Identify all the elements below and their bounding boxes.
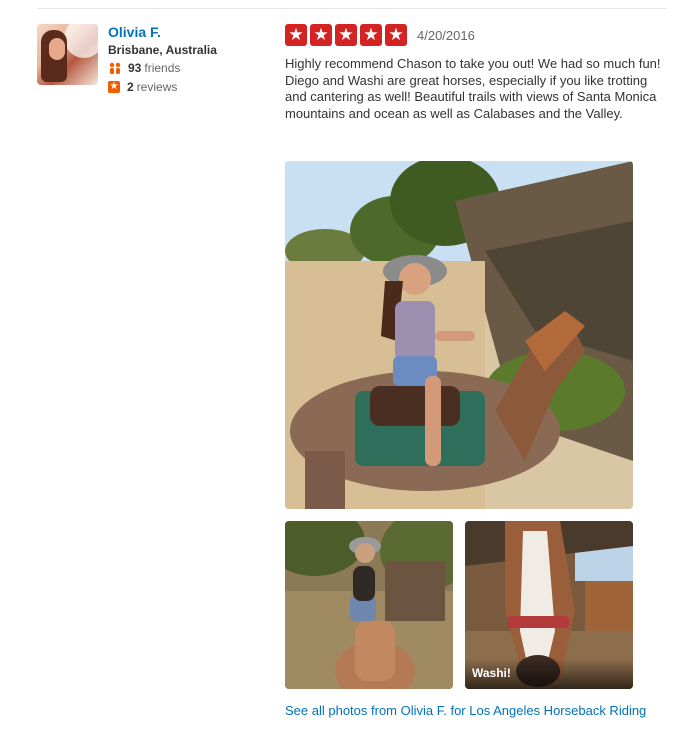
star-icon: ★ [360, 24, 382, 46]
friends-count: 93 [128, 61, 142, 75]
photo-main-image [285, 161, 633, 509]
star-rating: ★ ★ ★ ★ ★ [285, 24, 410, 46]
reviews-count: 2 [127, 80, 134, 94]
friends-label: friends [144, 61, 181, 75]
friends-icon [109, 62, 121, 74]
review-photo-2[interactable] [285, 521, 453, 689]
star-icon: ★ [310, 24, 332, 46]
user-location: Brisbane, Australia [108, 43, 217, 57]
see-all-photos-link[interactable]: See all photos from Olivia F. for Los An… [285, 702, 655, 719]
avatar-glow [64, 24, 98, 58]
photo-caption: Washi! [472, 666, 511, 680]
star-icon: ★ [285, 24, 307, 46]
avatar-face [49, 38, 65, 60]
star-icon: ★ [385, 24, 407, 46]
reviews-stat: ★ 2 reviews [108, 80, 177, 94]
friends-stat: 93 friends [108, 61, 180, 75]
user-avatar[interactable] [37, 24, 98, 85]
review-photo-main[interactable] [285, 161, 633, 509]
reviews-label: reviews [136, 80, 178, 94]
user-name-link[interactable]: Olivia F. [108, 24, 161, 40]
photo-2-image [285, 521, 453, 689]
star-icon: ★ [335, 24, 357, 46]
review-photo-3[interactable]: Washi! [465, 521, 633, 689]
review-date: 4/20/2016 [417, 28, 475, 43]
review-star-icon: ★ [108, 81, 120, 93]
review-text: Highly recommend Chason to take you out!… [285, 56, 661, 121]
top-divider [37, 8, 667, 9]
